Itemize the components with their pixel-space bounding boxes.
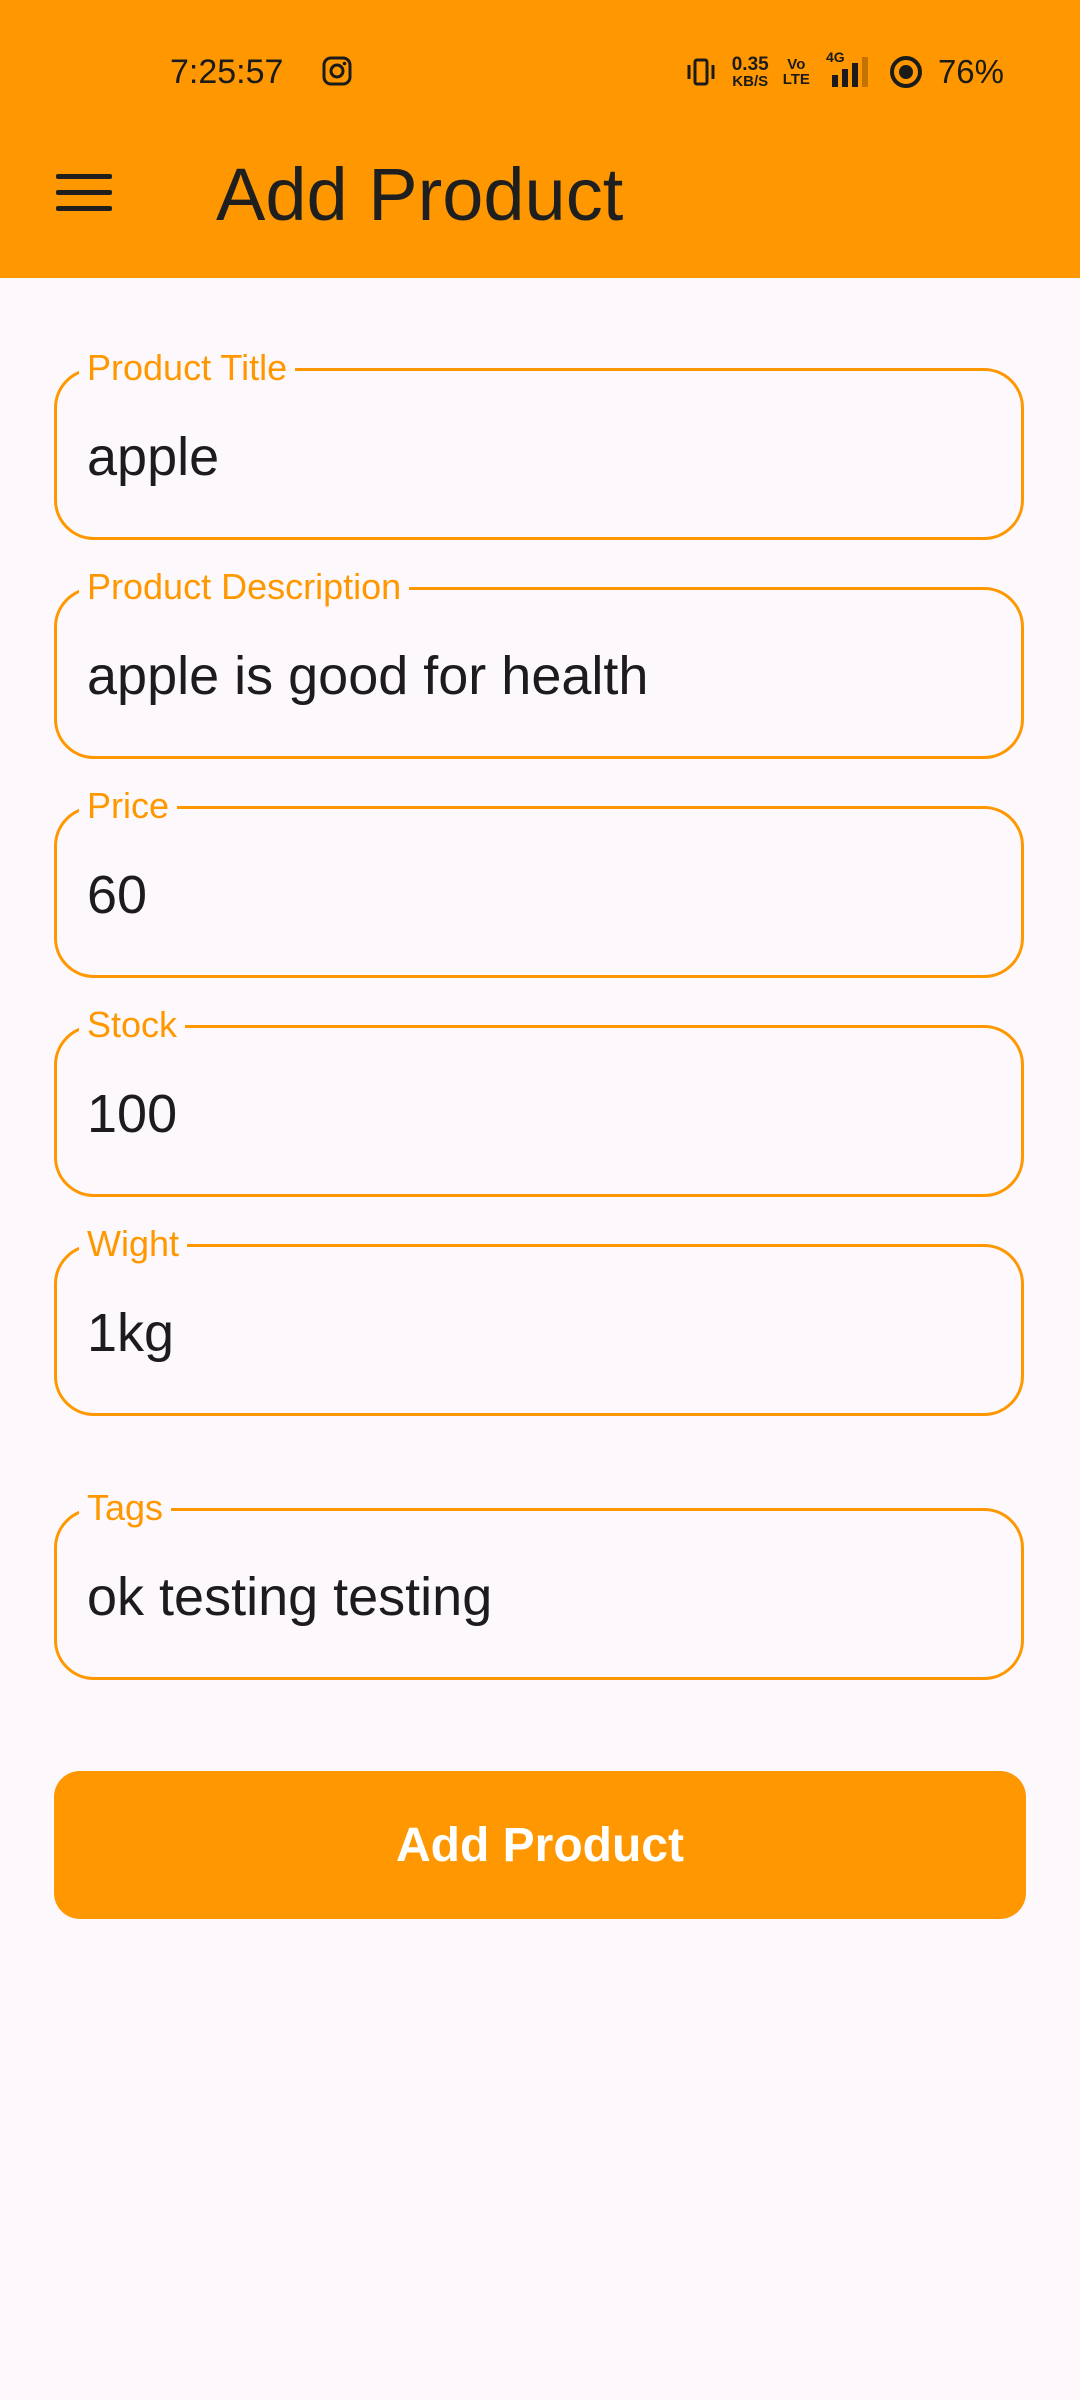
product-title-label: Product Title (79, 345, 296, 391)
volte-top: Vo (787, 56, 806, 73)
stock-input[interactable]: 100 (87, 1082, 991, 1146)
network-type: 4G (825, 49, 845, 65)
weight-input[interactable]: 1kg (87, 1301, 991, 1365)
product-title-input[interactable]: apple (87, 425, 991, 489)
battery-percent: 76% (937, 53, 1004, 90)
page-title: Add Product (216, 153, 624, 236)
weight-label: Wight (79, 1221, 188, 1267)
product-title-field[interactable]: Product Title apple (54, 345, 1024, 540)
price-input[interactable]: 60 (87, 863, 991, 927)
menu-icon[interactable] (56, 172, 112, 214)
signal-icon: 4G (824, 49, 874, 89)
price-field[interactable]: Price 60 (54, 783, 1024, 978)
network-speed-value: 0.35 (731, 54, 769, 75)
network-speed: 0.35 KB/S (732, 55, 769, 89)
network-speed-unit: KB/S (732, 73, 769, 90)
volte-bottom: LTE (782, 71, 810, 88)
instagram-icon (322, 56, 352, 86)
vibrate-icon (687, 58, 715, 86)
product-description-field[interactable]: Product Description apple is good for he… (54, 564, 1024, 759)
volte-indicator: Vo LTE (783, 57, 810, 87)
product-description-input[interactable]: apple is good for health (87, 644, 991, 708)
stock-label: Stock (79, 1002, 186, 1048)
product-description-label: Product Description (79, 564, 410, 610)
price-label: Price (79, 783, 178, 829)
app-bar: 7:25:57 0.35 KB/S Vo LTE 4G 76% Add Prod… (0, 0, 1080, 278)
tags-field[interactable]: Tags ok testing testing (54, 1485, 1024, 1680)
battery-ring-icon (889, 56, 922, 88)
status-icons: 0.35 KB/S Vo LTE 4G 76% (684, 49, 1004, 94)
stock-field[interactable]: Stock 100 (54, 1002, 1024, 1197)
add-product-button[interactable]: Add Product (54, 1771, 1026, 1919)
tags-label: Tags (79, 1485, 172, 1531)
status-time: 7:25:57 (170, 53, 284, 91)
weight-field[interactable]: Wight 1kg (54, 1221, 1024, 1416)
tags-input[interactable]: ok testing testing (87, 1565, 991, 1629)
